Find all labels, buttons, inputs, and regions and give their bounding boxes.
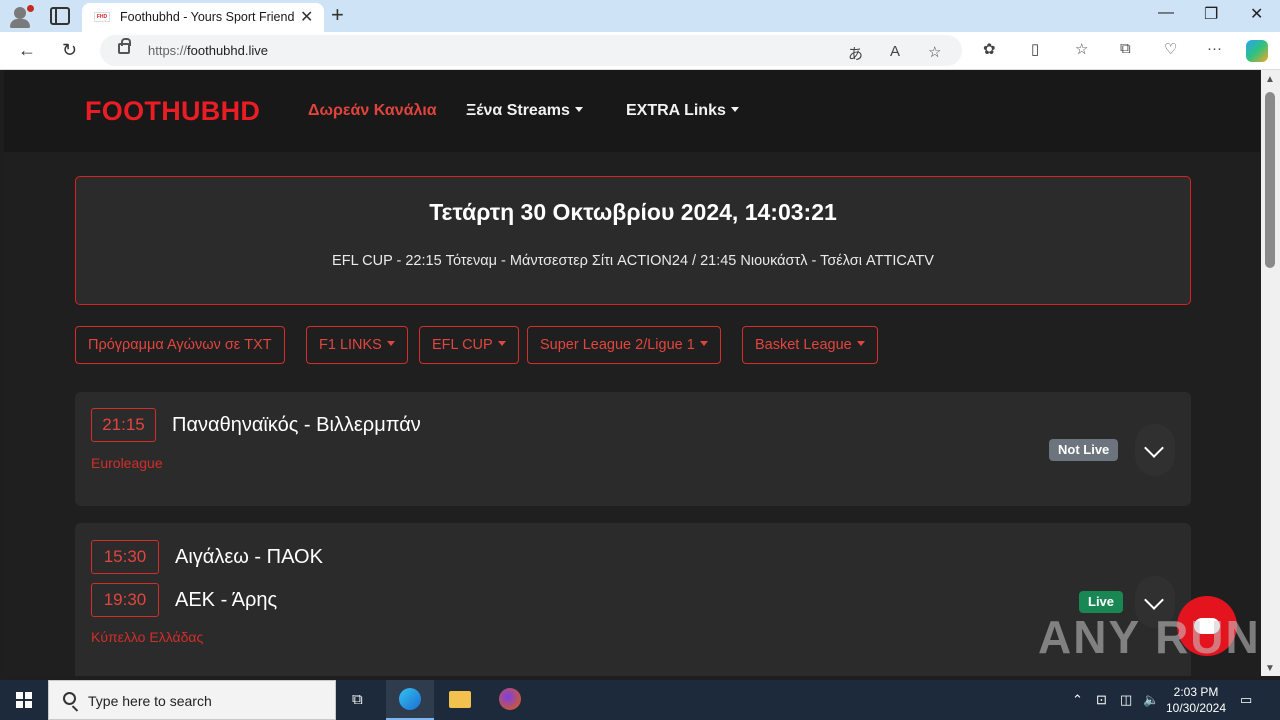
- league-label: Κύπελλο Ελλάδας: [91, 629, 204, 645]
- more-menu-icon[interactable]: ···: [1207, 40, 1222, 57]
- tab-close-icon[interactable]: ✕: [300, 7, 313, 27]
- search-icon: [63, 692, 76, 705]
- windows-taskbar: Type here to search ⧉ ⌃ ⊡ ◫ 🔈 2:03 PM 10…: [0, 680, 1280, 720]
- taskbar-clock[interactable]: 2:03 PM 10/30/2024: [1160, 684, 1232, 716]
- efl-cup-dropdown[interactable]: EFL CUP: [419, 326, 519, 364]
- match-title[interactable]: Αιγάλεω - ΠΑΟΚ: [175, 546, 323, 569]
- wifi-icon[interactable]: ◫: [1120, 692, 1132, 708]
- favicon-icon: FHD: [94, 12, 110, 22]
- page-viewport: FOOTHUBHD Δωρεάν Κανάλια Ξένα Streams EX…: [4, 70, 1260, 676]
- nav-free-channels[interactable]: Δωρεάν Κανάλια: [308, 102, 437, 120]
- favorite-star-icon[interactable]: ☆: [928, 43, 941, 61]
- tray-overflow-icon[interactable]: ⌃: [1072, 692, 1083, 708]
- copilot-icon[interactable]: [1246, 40, 1268, 62]
- site-logo[interactable]: FOOTHUBHD: [85, 96, 260, 127]
- watermark-logo: ANY RUN: [1038, 611, 1260, 663]
- firefox-icon[interactable]: [486, 680, 534, 720]
- window-close-icon[interactable]: ✕: [1250, 4, 1263, 24]
- profile-icon[interactable]: [8, 4, 34, 28]
- date-banner: Τετάρτη 30 Οκτωβρίου 2024, 14:03:21 EFL …: [75, 176, 1191, 305]
- chevron-down-icon: [497, 341, 506, 346]
- browser-toolbar: ← ↻ https://foothubhd.live あ A ☆ ✿ ▯ ☆ ⧉…: [0, 32, 1280, 70]
- windows-start-icon[interactable]: [16, 692, 32, 708]
- status-badge: Not Live: [1049, 439, 1119, 461]
- chevron-down-icon: [574, 107, 583, 112]
- split-screen-icon[interactable]: ▯: [1031, 40, 1039, 58]
- basket-league-dropdown[interactable]: Basket League: [742, 326, 878, 364]
- match-title[interactable]: ΑΕΚ - Άρης: [175, 589, 277, 612]
- edge-app-icon[interactable]: [386, 680, 434, 720]
- scroll-up-icon[interactable]: ▲: [1265, 74, 1275, 85]
- back-icon[interactable]: ←: [18, 40, 36, 61]
- restore-icon[interactable]: ❐: [1204, 4, 1218, 24]
- league-label: Euroleague: [91, 455, 163, 471]
- current-datetime: Τετάρτη 30 Οκτωβρίου 2024, 14:03:21: [429, 199, 837, 225]
- chevron-down-icon: [730, 107, 739, 112]
- task-view-icon[interactable]: ⧉: [336, 680, 384, 720]
- chevron-down-icon: [856, 341, 865, 346]
- page-scrollbar[interactable]: ▲ ▼: [1261, 70, 1280, 676]
- network-icon[interactable]: ⊡: [1096, 692, 1107, 708]
- chevron-down-icon[interactable]: [1135, 424, 1175, 476]
- chevron-down-icon: [386, 341, 395, 346]
- match-time-badge: 15:30: [91, 540, 159, 574]
- tab-actions-icon[interactable]: [50, 7, 70, 25]
- favorites-icon[interactable]: ☆: [1075, 40, 1088, 58]
- browser-tab[interactable]: FHD Foothubhd - Yours Sport Friend ✕: [82, 3, 324, 32]
- broadcast-ticker: EFL CUP - 22:15 Τότεναμ - Μάντσεστερ Σίτ…: [332, 253, 934, 269]
- chevron-down-icon: [699, 341, 708, 346]
- clock-date: 10/30/2024: [1165, 701, 1227, 715]
- tab-title: Foothubhd - Yours Sport Friend: [120, 10, 295, 24]
- translate-icon[interactable]: あ: [848, 43, 863, 64]
- super-league-dropdown[interactable]: Super League 2/Ligue 1: [527, 326, 721, 364]
- nav-foreign-streams[interactable]: Ξένα Streams: [466, 102, 583, 120]
- match-card[interactable]: 21:15 Παναθηναϊκός - Βιλλερμπάν Euroleag…: [75, 392, 1191, 506]
- address-bar[interactable]: https://foothubhd.live あ A ☆: [100, 35, 962, 66]
- refresh-icon[interactable]: ↻: [62, 40, 77, 61]
- browser-titlebar: FHD Foothubhd - Yours Sport Friend ✕ + —…: [0, 0, 1280, 32]
- f1-links-dropdown[interactable]: F1 LINKS: [306, 326, 408, 364]
- notification-icon[interactable]: ▭: [1240, 692, 1252, 708]
- site-navbar: FOOTHUBHD Δωρεάν Κανάλια Ξένα Streams EX…: [4, 70, 1260, 152]
- nav-extra-links[interactable]: EXTRA Links: [626, 102, 739, 120]
- schedule-txt-button[interactable]: Πρόγραμμα Αγώνων σε TXT: [75, 326, 285, 364]
- match-time-badge: 21:15: [91, 408, 156, 442]
- collections-icon[interactable]: ⧉: [1120, 40, 1131, 57]
- url-text[interactable]: https://foothubhd.live: [148, 43, 268, 58]
- read-aloud-icon[interactable]: A: [890, 43, 900, 60]
- extensions-icon[interactable]: ✿: [983, 40, 996, 58]
- scrollbar-thumb[interactable]: [1265, 92, 1275, 268]
- volume-icon[interactable]: 🔈: [1143, 692, 1159, 708]
- performance-icon[interactable]: ♡: [1164, 40, 1177, 58]
- search-placeholder: Type here to search: [88, 693, 212, 709]
- match-time-badge: 19:30: [91, 583, 159, 617]
- match-card[interactable]: 15:30 Αιγάλεω - ΠΑΟΚ 19:30 ΑΕΚ - Άρης Κύ…: [75, 523, 1191, 676]
- match-title[interactable]: Παναθηναϊκός - Βιλλερμπάν: [172, 414, 421, 437]
- taskbar-search[interactable]: Type here to search: [48, 680, 336, 720]
- scroll-down-icon[interactable]: ▼: [1265, 663, 1275, 674]
- clock-time: 2:03 PM: [1173, 685, 1219, 699]
- minimize-icon[interactable]: —: [1158, 4, 1174, 22]
- lock-icon: [118, 38, 131, 54]
- file-explorer-icon[interactable]: [436, 680, 484, 720]
- new-tab-icon[interactable]: +: [331, 2, 344, 28]
